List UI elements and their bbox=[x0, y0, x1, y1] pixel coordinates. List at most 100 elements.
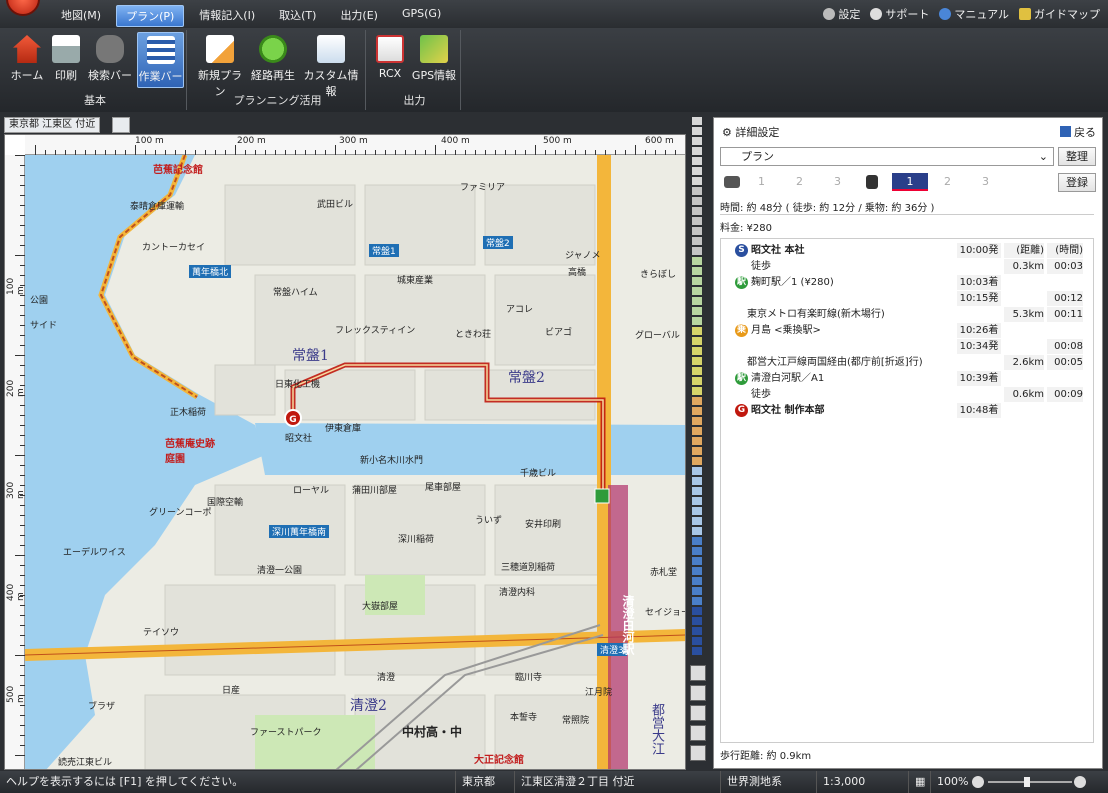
scale-step[interactable] bbox=[692, 157, 702, 165]
scale-step[interactable] bbox=[692, 167, 702, 175]
menu-output[interactable]: 出力(E) bbox=[331, 5, 387, 27]
car-tab-3[interactable]: 3 bbox=[834, 175, 841, 188]
scale-step[interactable] bbox=[692, 557, 702, 565]
scale-step[interactable] bbox=[692, 197, 702, 205]
menu-info-entry[interactable]: 情報記入(I) bbox=[190, 5, 264, 27]
route-step[interactable]: 東京メトロ有楽町線(新木場行) 5.3km 00:11 bbox=[721, 307, 1093, 322]
scale-step[interactable] bbox=[692, 547, 702, 555]
custom-info-button[interactable]: カスタム情報 bbox=[300, 32, 362, 98]
scale-step[interactable] bbox=[692, 637, 702, 645]
scale-step[interactable] bbox=[692, 567, 702, 575]
route-step[interactable]: 都営大江戸線両国経由(都庁前[折返]行) 2.6km 00:05 bbox=[721, 355, 1093, 370]
scale-step[interactable] bbox=[692, 487, 702, 495]
scale-step[interactable] bbox=[692, 267, 702, 275]
scale-step[interactable] bbox=[692, 117, 702, 125]
map-canvas[interactable]: G 芭蕉記念館 泰晴倉庫運輸 カントーカセイ 武田ビル ファミリア 城東産業 常… bbox=[25, 155, 685, 769]
car-tab-2[interactable]: 2 bbox=[796, 175, 803, 188]
scale-step[interactable] bbox=[692, 457, 702, 465]
zoom-slider-thumb[interactable] bbox=[1024, 777, 1030, 787]
scale-step[interactable] bbox=[692, 127, 702, 135]
scale-step[interactable] bbox=[692, 537, 702, 545]
scale-step[interactable] bbox=[692, 397, 702, 405]
scale-step[interactable] bbox=[692, 367, 702, 375]
manual-link[interactable]: マニュアル bbox=[939, 6, 1009, 22]
app-menu-button[interactable] bbox=[6, 0, 40, 16]
organize-button[interactable]: 整理 bbox=[1058, 147, 1096, 166]
new-plan-button[interactable]: 新規プラン bbox=[194, 32, 246, 98]
detail-settings-link[interactable]: ⚙ 詳細設定 bbox=[722, 124, 779, 140]
gps-info-button[interactable]: GPS情報 bbox=[411, 32, 457, 88]
scale-step[interactable] bbox=[692, 417, 702, 425]
scale-step[interactable] bbox=[692, 177, 702, 185]
route-step[interactable]: 乗月島 <乗換駅> 10:26着 bbox=[721, 323, 1093, 338]
scale-step[interactable] bbox=[692, 437, 702, 445]
guidemap-link[interactable]: ガイドマップ bbox=[1019, 6, 1100, 22]
scale-step[interactable] bbox=[692, 377, 702, 385]
scale-step[interactable] bbox=[692, 287, 702, 295]
grid-1-icon[interactable] bbox=[690, 665, 706, 681]
grid-16-icon[interactable] bbox=[690, 725, 706, 741]
scale-step[interactable] bbox=[692, 647, 702, 655]
print-button[interactable]: 印刷 bbox=[50, 32, 82, 88]
scale-step[interactable] bbox=[692, 607, 702, 615]
route-step[interactable]: G 昭文社 制作本部 10:48着 bbox=[721, 403, 1093, 418]
zoom-out-button[interactable] bbox=[972, 776, 984, 788]
route-step[interactable]: 徒歩 0.3km 00:03 bbox=[721, 259, 1093, 274]
scale-step[interactable] bbox=[692, 477, 702, 485]
scale-step[interactable] bbox=[692, 597, 702, 605]
new-tab-button[interactable] bbox=[112, 117, 130, 133]
train-tab-2[interactable]: 2 bbox=[944, 175, 951, 188]
scale-step[interactable] bbox=[692, 187, 702, 195]
route-step[interactable]: 駅麹町駅／1 (¥280) 10:03着 bbox=[721, 275, 1093, 290]
scale-step[interactable] bbox=[692, 257, 702, 265]
scale-step[interactable] bbox=[692, 207, 702, 215]
car-tab-1[interactable]: 1 bbox=[758, 175, 765, 188]
scale-step[interactable] bbox=[692, 137, 702, 145]
scale-step[interactable] bbox=[692, 387, 702, 395]
scale-step[interactable] bbox=[692, 317, 702, 325]
route-replay-button[interactable]: 経路再生 bbox=[248, 32, 298, 88]
map-document-tab[interactable]: 東京都 江東区 付近 bbox=[4, 117, 101, 133]
scale-step[interactable] bbox=[692, 527, 702, 535]
support-link[interactable]: サポート bbox=[870, 6, 929, 22]
register-button[interactable]: 登録 bbox=[1058, 173, 1096, 192]
scale-step[interactable] bbox=[692, 337, 702, 345]
scale-step[interactable] bbox=[692, 237, 702, 245]
grid-4-icon[interactable] bbox=[690, 685, 706, 701]
route-step[interactable]: 10:15発 00:12 bbox=[721, 291, 1093, 306]
scale-step[interactable] bbox=[692, 427, 702, 435]
home-button[interactable]: ホーム bbox=[8, 32, 46, 88]
scale-step[interactable] bbox=[692, 357, 702, 365]
grid-25-icon[interactable] bbox=[690, 745, 706, 761]
status-zoom-icon[interactable]: ▦ bbox=[908, 771, 925, 793]
zoom-slider[interactable] bbox=[988, 781, 1072, 783]
scale-step[interactable] bbox=[692, 507, 702, 515]
rcx-button[interactable]: RCX bbox=[373, 32, 407, 88]
route-step[interactable]: 駅清澄白河駅／A1 10:39着 bbox=[721, 371, 1093, 386]
scale-step[interactable] bbox=[692, 217, 702, 225]
menu-plan[interactable]: プラン(P) bbox=[116, 5, 185, 27]
scale-step[interactable] bbox=[692, 227, 702, 235]
scale-step[interactable] bbox=[692, 307, 702, 315]
search-bar-button[interactable]: 検索バー bbox=[86, 32, 134, 88]
scale-step[interactable] bbox=[692, 577, 702, 585]
scale-step[interactable] bbox=[692, 587, 702, 595]
scale-step[interactable] bbox=[692, 327, 702, 335]
scale-step[interactable] bbox=[692, 617, 702, 625]
scale-step[interactable] bbox=[692, 627, 702, 635]
scale-step[interactable] bbox=[692, 447, 702, 455]
scale-step[interactable] bbox=[692, 497, 702, 505]
grid-9-icon[interactable] bbox=[690, 705, 706, 721]
scale-step[interactable] bbox=[692, 297, 702, 305]
menu-map[interactable]: 地図(M) bbox=[52, 5, 110, 27]
scale-step[interactable] bbox=[692, 347, 702, 355]
back-button[interactable]: 戻る bbox=[1060, 124, 1096, 140]
route-step[interactable]: S 昭文社 本社 10:00発 (距離) (時間) bbox=[721, 243, 1093, 258]
menu-gps[interactable]: GPS(G) bbox=[393, 5, 450, 27]
scale-step[interactable] bbox=[692, 147, 702, 155]
route-step[interactable]: 徒歩 0.6km 00:09 bbox=[721, 387, 1093, 402]
work-bar-button[interactable]: 作業バー bbox=[137, 32, 184, 88]
scale-step[interactable] bbox=[692, 407, 702, 415]
scale-step[interactable] bbox=[692, 277, 702, 285]
scale-step[interactable] bbox=[692, 517, 702, 525]
